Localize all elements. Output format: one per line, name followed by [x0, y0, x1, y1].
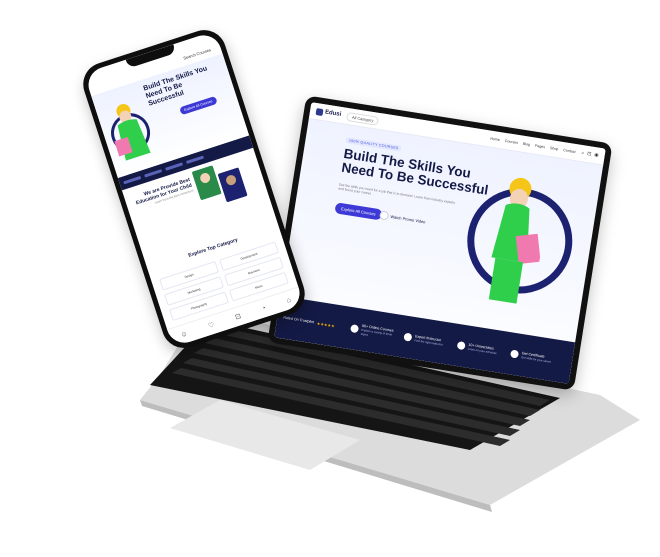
play-icon	[378, 210, 390, 221]
user-icon[interactable]: ◉	[594, 152, 599, 159]
laptop-screen: Edusi All Category Home Courses Blog Pag…	[267, 95, 613, 391]
home-icon[interactable]: ⌂	[286, 296, 292, 304]
nav-contact[interactable]: Contact	[563, 148, 576, 154]
feature-icon	[403, 332, 413, 342]
watch-video-label: Watch Promo Video	[390, 213, 426, 225]
profile-icon[interactable]: ☺	[179, 330, 188, 339]
feature-icon	[456, 341, 466, 351]
feature-item: 10+ Universities Learn on your schedule	[456, 341, 504, 356]
website-preview: Edusi All Category Home Courses Blog Pag…	[274, 102, 606, 384]
nav-shop[interactable]: Shop	[550, 146, 559, 151]
cart-icon[interactable]: ⊡	[587, 151, 592, 158]
trustpilot-rating: Rated On Trustpilot ★★★★★	[283, 315, 343, 329]
nav-blog[interactable]: Blog	[523, 142, 531, 147]
phone-about-image-2	[217, 167, 248, 203]
search-icon[interactable]: ⌕	[581, 150, 585, 156]
phone-explore-button[interactable]: Explore All Courses	[179, 95, 218, 116]
nav-icons: ⌕ ⊡ ◉	[581, 150, 599, 159]
feature-icon	[349, 324, 360, 334]
phone-device: Search Courses Build The Skills You Need…	[77, 24, 311, 354]
feature-item: Get Certificate Get skills for your caree…	[509, 349, 557, 364]
phone-screen: Search Courses Build The Skills You Need…	[83, 30, 305, 348]
nav-pages[interactable]: Pages	[535, 144, 546, 150]
device-mockup-stage: Edusi All Category Home Courses Blog Pag…	[0, 0, 660, 557]
explore-courses-button[interactable]: Explore All Courses	[334, 202, 383, 221]
feature-item: 80+ Online Courses Explore a variety of f…	[349, 322, 397, 341]
feature-icon	[509, 349, 520, 359]
phone-about-image	[191, 165, 222, 201]
nav-courses[interactable]: Courses	[504, 139, 518, 145]
bell-icon[interactable]: ◔	[261, 304, 267, 312]
nav-home[interactable]: Home	[490, 137, 500, 142]
heart-icon[interactable]: ♡	[207, 321, 215, 330]
site-logo[interactable]: Edusi	[315, 107, 342, 119]
feature-item: Expert Instructor Find the right instruct…	[403, 332, 450, 348]
logo-text: Edusi	[324, 109, 342, 118]
logo-icon	[315, 107, 324, 116]
watch-video-button[interactable]: Watch Promo Video	[378, 210, 426, 226]
category-select[interactable]: All Category	[346, 111, 380, 126]
trust-label: Rated On Trustpilot	[283, 315, 315, 325]
rating-stars: ★★★★★	[316, 320, 336, 329]
cart-icon[interactable]: ⊡	[234, 312, 242, 321]
